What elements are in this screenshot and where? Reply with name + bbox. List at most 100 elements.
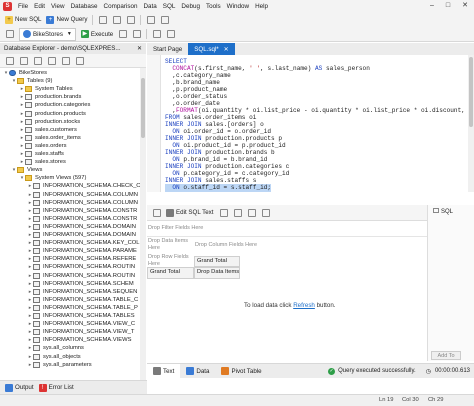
editor-scrollbar[interactable] xyxy=(468,55,474,192)
export-icon[interactable] xyxy=(261,208,270,217)
open-icon[interactable] xyxy=(99,15,108,24)
menu-data[interactable]: Data xyxy=(143,3,156,10)
database-selector[interactable]: BikeStores ▼ xyxy=(19,27,76,41)
menu-database[interactable]: Database xyxy=(71,3,98,10)
minimize-icon[interactable]: – xyxy=(424,0,440,12)
tree-node[interactable]: ▸ sys.all_parameters xyxy=(27,361,92,369)
new-query-button[interactable]: + New Query xyxy=(46,13,87,26)
tree-node[interactable]: ▸ INFORMATION_SCHEMA.KEY_COL xyxy=(27,239,140,247)
menu-tools[interactable]: Tools xyxy=(206,3,221,10)
execute-button[interactable]: ▶ Execute xyxy=(80,28,113,41)
delete-icon[interactable] xyxy=(219,208,228,217)
tree-node[interactable]: ▸ INFORMATION_SCHEMA.CONSTR xyxy=(27,215,137,223)
tree-node[interactable]: ▸ production.brands xyxy=(19,93,81,101)
tree-node[interactable]: ▸ INFORMATION_SCHEMA.VIEW_C xyxy=(27,320,135,328)
scrollbar-thumb[interactable] xyxy=(469,57,473,127)
tree-node[interactable]: ▸ INFORMATION_SCHEMA.COLUMN xyxy=(27,199,138,207)
chart-icon[interactable] xyxy=(247,208,256,217)
tree-node[interactable]: ▸ sales.stores xyxy=(19,158,66,166)
scrollbar-thumb[interactable] xyxy=(141,78,145,138)
menu-comparison[interactable]: Comparison xyxy=(104,3,138,10)
filter-icon[interactable] xyxy=(34,56,42,65)
new-connection-icon[interactable] xyxy=(6,56,14,65)
drop-column-zone[interactable]: Drop Column Fields Here xyxy=(195,242,257,248)
search-icon[interactable] xyxy=(76,56,84,65)
tab-sql[interactable]: SQL.sql* ✕ xyxy=(188,43,235,55)
tree-node[interactable]: ▾ Views xyxy=(11,166,42,174)
refresh-icon[interactable] xyxy=(153,208,161,217)
tree-node[interactable]: ▸ INFORMATION_SCHEMA.SCHEM xyxy=(27,280,134,288)
tree-node[interactable]: ▸ INFORMATION_SCHEMA.DOMAIN xyxy=(27,231,136,239)
layout-icon[interactable] xyxy=(233,208,242,217)
tree-node[interactable]: ▸ sales.customers xyxy=(19,126,77,134)
refresh-icon[interactable] xyxy=(20,56,28,65)
tab-text[interactable]: Text xyxy=(147,364,181,378)
drop-filter-zone[interactable]: Drop Filter Fields Here xyxy=(148,225,203,231)
tree-node[interactable]: ▸ INFORMATION_SCHEMA.SEQUEN xyxy=(27,288,137,296)
tree-node[interactable]: ▸ INFORMATION_SCHEMA.CONSTR xyxy=(27,207,137,215)
menu-sql[interactable]: SQL xyxy=(163,3,176,10)
menu-file[interactable]: File xyxy=(18,3,28,10)
tree-node[interactable]: ▸ INFORMATION_SCHEMA.REFERE xyxy=(27,255,136,263)
tree-node[interactable]: ▾ BikeStores xyxy=(3,69,47,77)
tree-node[interactable]: ▸ production.products xyxy=(19,110,86,118)
menu-view[interactable]: View xyxy=(51,3,65,10)
explorer-scrollbar[interactable] xyxy=(140,68,146,380)
undo-icon[interactable] xyxy=(147,15,156,24)
disconnect-icon[interactable] xyxy=(48,56,56,65)
tree-node[interactable]: ▸ sales.staffs xyxy=(19,150,64,158)
tree-node[interactable]: ▸ INFORMATION_SCHEMA.COLUMN xyxy=(27,191,138,199)
table-icon xyxy=(33,345,40,352)
tree-node[interactable]: ▸ INFORMATION_SCHEMA.ROUTIN xyxy=(27,263,135,271)
save-all-icon[interactable] xyxy=(127,15,136,24)
tree-node[interactable]: ▸ INFORMATION_SCHEMA.VIEWS xyxy=(27,336,131,344)
close-panel-icon[interactable]: ✕ xyxy=(137,45,142,52)
tab-data[interactable]: Data xyxy=(180,364,215,378)
tab-pivot-table[interactable]: Pivot Table xyxy=(215,364,267,378)
close-icon[interactable]: ✕ xyxy=(457,0,473,12)
tree-node[interactable]: ▸ System Tables xyxy=(19,85,73,93)
tree-node[interactable]: ▾ Tables (9) xyxy=(11,77,52,85)
output-tab[interactable]: Output xyxy=(5,381,34,394)
tree-node[interactable]: ▸ INFORMATION_SCHEMA.PARAME xyxy=(27,247,137,255)
connection-icon[interactable] xyxy=(6,30,14,38)
tree-node[interactable]: ▸ INFORMATION_SCHEMA.TABLES xyxy=(27,312,135,320)
drop-data-zone[interactable]: Drop Data Items Here xyxy=(148,238,192,252)
menu-window[interactable]: Window xyxy=(227,3,249,10)
field-list-item[interactable]: SQL xyxy=(433,208,453,215)
new-sql-button[interactable]: + New SQL xyxy=(5,13,41,26)
tree-node[interactable]: ▸ INFORMATION_SCHEMA.TABLE_P xyxy=(27,304,138,312)
redo-icon[interactable] xyxy=(161,15,170,24)
sql-editor[interactable]: SELECT CONCAT(s.first_name, ' ', s.last_… xyxy=(147,55,474,192)
add-to-button[interactable]: Add To xyxy=(431,351,461,360)
debug-icon[interactable] xyxy=(133,30,142,38)
tree-node[interactable]: ▸ INFORMATION_SCHEMA.DOMAIN xyxy=(27,223,136,231)
menu-edit[interactable]: Edit xyxy=(34,3,45,10)
tree-node[interactable]: ▸ production.categories xyxy=(19,101,90,109)
tree-node[interactable]: ▸ INFORMATION_SCHEMA.VIEW_T xyxy=(27,328,134,336)
close-tab-icon[interactable]: ✕ xyxy=(224,46,229,53)
code-line[interactable]: ON o.staff_id = s.staff_id; xyxy=(165,184,272,192)
tree-node[interactable]: ▾ System Views (597) xyxy=(19,174,86,182)
save-icon[interactable] xyxy=(113,15,122,24)
refresh-link[interactable]: Refresh xyxy=(293,302,315,309)
comment-icon[interactable] xyxy=(167,30,176,38)
menu-help[interactable]: Help xyxy=(255,3,268,10)
tree-node[interactable]: ▸ sales.orders xyxy=(19,142,67,150)
tab-start-page[interactable]: Start Page xyxy=(147,43,188,55)
format-icon[interactable] xyxy=(153,30,162,38)
tree-node[interactable]: ▸ INFORMATION_SCHEMA.ROUTIN xyxy=(27,272,135,280)
menu-debug[interactable]: Debug xyxy=(181,3,200,10)
error-list-tab[interactable]: ! Error List xyxy=(38,381,74,394)
tree-node[interactable]: ▸ production.stocks xyxy=(19,118,80,126)
tree-node[interactable]: ▸ sys.all_columns xyxy=(27,344,84,352)
tree-node[interactable]: ▸ sys.all_objects xyxy=(27,353,81,361)
tree-node[interactable]: ▸ sales.order_items xyxy=(19,134,81,142)
tree-node[interactable]: ▸ INFORMATION_SCHEMA.TABLE_C xyxy=(27,296,138,304)
drop-row-zone[interactable]: Drop Row Fields Here xyxy=(148,254,192,268)
stop-icon[interactable] xyxy=(119,30,128,38)
properties-icon[interactable] xyxy=(62,56,70,65)
tree-node[interactable]: ▸ INFORMATION_SCHEMA.CHECK_C xyxy=(27,182,140,190)
maximize-icon[interactable]: □ xyxy=(440,0,456,12)
edit-sql-text-button[interactable]: Edit SQL Text xyxy=(166,206,214,219)
